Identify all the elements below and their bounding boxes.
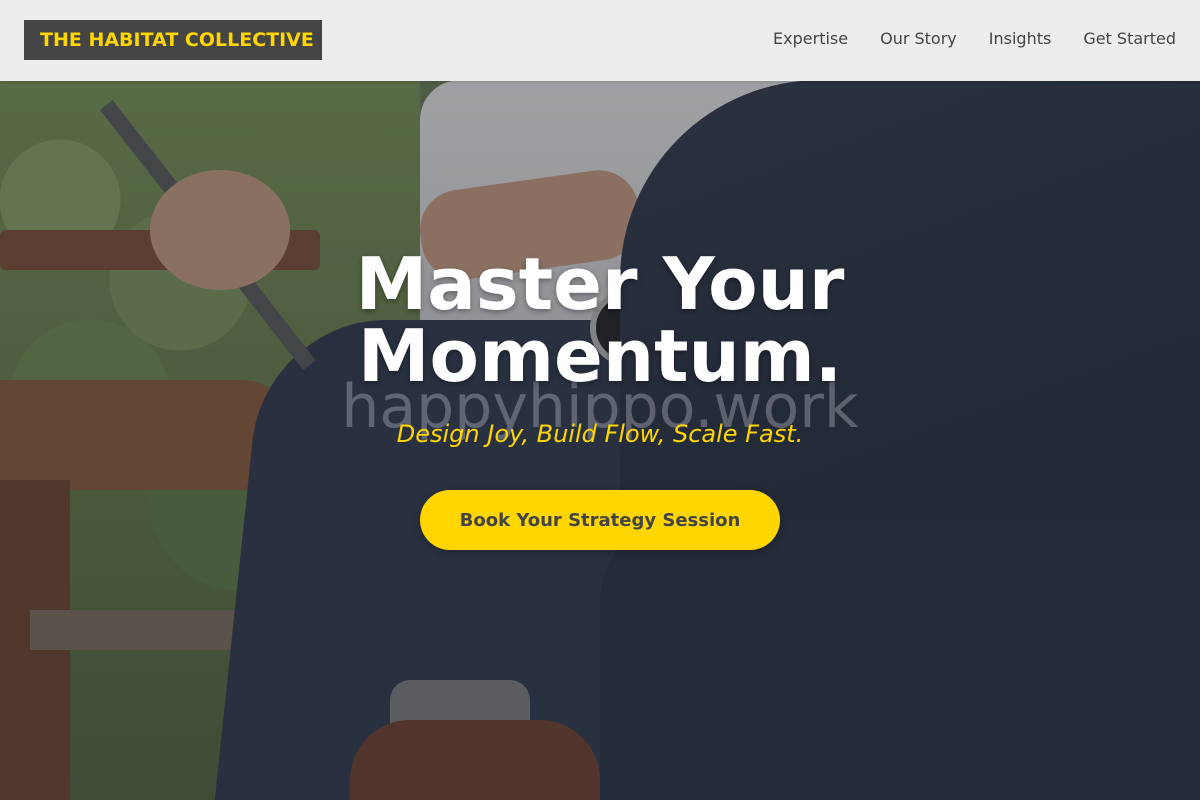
nav-link-expertise[interactable]: Expertise [773, 28, 848, 50]
site-logo[interactable]: THE HABITAT COLLECTIVE [24, 20, 322, 60]
hero-title-line-2: Momentum. [357, 314, 843, 398]
landing-page: THE HABITAT COLLECTIVE Expertise Our Sto… [0, 0, 1200, 800]
hero-section: happyhippo.work Master Your Momentum. De… [0, 0, 1200, 800]
book-strategy-session-button[interactable]: Book Your Strategy Session [420, 490, 780, 550]
main-nav: Expertise Our Story Insights Get Started [773, 28, 1176, 50]
nav-link-our-story[interactable]: Our Story [880, 28, 957, 50]
site-header: THE HABITAT COLLECTIVE Expertise Our Sto… [0, 0, 1200, 81]
hero-title-line-1: Master Your [355, 242, 845, 326]
hero-title: Master Your Momentum. [0, 248, 1200, 392]
hero-tagline: Design Joy, Build Flow, Scale Fast. [396, 420, 804, 448]
nav-link-insights[interactable]: Insights [989, 28, 1052, 50]
nav-link-get-started[interactable]: Get Started [1083, 28, 1176, 50]
